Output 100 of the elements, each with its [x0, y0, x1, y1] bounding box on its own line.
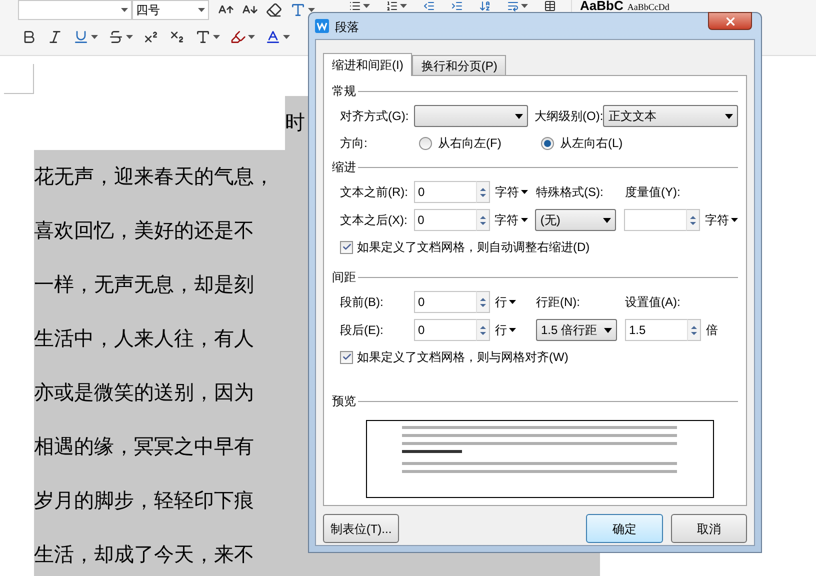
spinner-arrows-icon	[480, 188, 486, 196]
field-label: 方向:	[340, 135, 368, 152]
app-logo-icon	[315, 19, 329, 33]
line-spacing-dropdown[interactable]: 1.5 倍行距	[536, 319, 617, 341]
unit-dropdown[interactable]: 字符	[705, 211, 738, 229]
caret-icon	[248, 35, 255, 39]
spinner-arrows-icon	[691, 326, 697, 334]
number-field[interactable]	[624, 209, 686, 231]
italic-icon	[47, 29, 63, 45]
style-preview[interactable]: AaBbCcDd	[627, 2, 670, 12]
font-size-dropdown[interactable]: 四号	[132, 0, 209, 20]
caret-icon	[509, 328, 516, 332]
section-heading: 缩进	[332, 159, 356, 176]
table-icon	[544, 0, 556, 12]
highlighter-icon	[230, 29, 246, 45]
spinner-button[interactable]	[476, 319, 490, 341]
close-icon	[724, 14, 736, 28]
section-heading: 预览	[332, 393, 356, 410]
increase-indent-icon	[451, 0, 463, 12]
radio-label: 从右向左(F)	[438, 135, 502, 152]
outline-level-dropdown[interactable]: 正文文本	[603, 105, 738, 127]
text-effect-icon	[195, 29, 211, 45]
section-heading: 常规	[332, 83, 356, 100]
number-field[interactable]: 0	[414, 181, 476, 203]
tab-stops-button[interactable]: 制表位(T)...	[323, 514, 399, 543]
caret-icon	[731, 218, 738, 222]
radio-button[interactable]	[419, 136, 432, 150]
spinner-arrows-icon	[480, 216, 486, 224]
superscript-icon	[143, 29, 159, 45]
page-corner-mark	[4, 64, 34, 94]
spinner-button[interactable]	[686, 209, 700, 231]
field-label: 对齐方式(G):	[340, 108, 410, 125]
ok-button[interactable]: 确定	[586, 514, 663, 543]
alignment-dropdown[interactable]	[414, 105, 528, 127]
close-button[interactable]	[708, 12, 752, 30]
unit-dropdown[interactable]: 行	[495, 293, 516, 311]
strikethrough-icon	[108, 29, 124, 45]
field-label: 文本之前(R):	[340, 184, 409, 201]
check-icon	[342, 242, 352, 252]
sort-icon	[479, 0, 491, 12]
field-label: 文本之后(X):	[340, 212, 408, 229]
special-format-dropdown[interactable]: (无)	[535, 209, 616, 231]
radio-label: 从左向右(L)	[560, 135, 623, 152]
caret-icon	[126, 35, 133, 39]
caret-icon	[198, 8, 205, 12]
document-line: 生活，却成了今天，来不	[34, 545, 254, 565]
checkbox[interactable]	[340, 240, 353, 254]
unit-dropdown[interactable]: 行	[495, 321, 516, 339]
checkbox-label: 如果定义了文档网格，则与网格对齐(W)	[357, 349, 568, 366]
document-line: 喜欢回忆，美好的还是不	[34, 221, 254, 241]
caret-icon	[521, 190, 528, 194]
caret-icon	[509, 300, 516, 304]
unit-dropdown[interactable]: 字符	[495, 183, 528, 201]
spinner-button[interactable]	[476, 181, 490, 203]
caret-icon	[514, 114, 523, 118]
caret-icon	[363, 4, 370, 8]
caret-icon	[724, 114, 733, 118]
dialog-tab[interactable]: 换行和分页(P)	[412, 55, 506, 75]
number-field[interactable]: 0	[414, 291, 476, 313]
spinner-button[interactable]	[476, 291, 490, 313]
caret-icon	[521, 4, 528, 8]
caret-icon	[121, 8, 128, 12]
spinner-arrows-icon	[480, 326, 486, 334]
caret-icon	[400, 4, 407, 8]
field-label: 段后(E):	[340, 322, 384, 339]
caret-icon	[283, 35, 290, 39]
subscript-icon	[169, 29, 185, 45]
spinner-button[interactable]	[687, 319, 701, 341]
document-line: 岁月的脚步，轻轻印下痕	[34, 491, 254, 511]
style-preview[interactable]: AaBbC	[580, 0, 624, 12]
number-field[interactable]: 0	[414, 319, 476, 341]
document-line: 亦或是微笑的送别，因为	[34, 383, 254, 403]
cancel-button[interactable]: 取消	[671, 514, 747, 543]
window-title: 段落	[335, 19, 359, 36]
check-icon	[342, 352, 352, 362]
field-label: 特殊格式(S):	[536, 184, 604, 201]
spinner-arrows-icon	[480, 298, 486, 306]
numbered-list-icon	[386, 0, 398, 12]
caret-icon	[91, 35, 98, 39]
spinner-button[interactable]	[476, 209, 490, 231]
number-field[interactable]: 0	[414, 209, 476, 231]
document-line: 花无声，迎来春天的气息，	[34, 167, 274, 187]
radio-button[interactable]	[541, 136, 554, 150]
checkbox-label: 如果定义了文档网格，则自动调整右缩进(D)	[357, 239, 590, 256]
checkbox[interactable]	[340, 350, 353, 364]
caret-icon	[603, 218, 612, 222]
spinner-arrows-icon	[690, 216, 696, 224]
dialog-tab[interactable]: 缩进和间距(I)	[323, 53, 412, 76]
field-label: 行距(N):	[536, 294, 581, 311]
number-field[interactable]: 1.5	[625, 319, 687, 341]
font-color-icon	[265, 29, 281, 45]
section-heading: 间距	[332, 269, 356, 286]
caret-icon	[604, 328, 612, 332]
document-line: 一样，无声无息，却是刻	[34, 275, 254, 295]
document-line: 生活中，人来人往，有人	[34, 329, 254, 349]
unit-dropdown[interactable]: 字符	[494, 211, 528, 229]
caret-icon	[213, 35, 220, 39]
field-label: 大纲级别(O):	[534, 108, 604, 125]
field-label: 段前(B):	[340, 294, 384, 311]
caret-icon	[520, 218, 528, 222]
